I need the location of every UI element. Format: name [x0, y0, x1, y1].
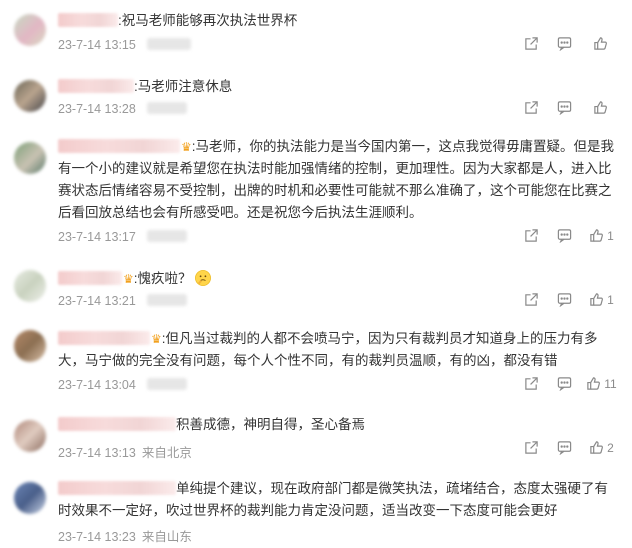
comment-item: ♛:但凡当过裁判的人都不会喷马宁，因为只有裁判员才知道身上的压力有多大，马宁做的… — [0, 324, 632, 402]
share-icon[interactable] — [515, 440, 548, 455]
comment-time: 23-7-14 13:21 — [58, 294, 136, 308]
comment-item: ♛:愧疚啦？ 23-7-14 13:21 1 — [0, 260, 632, 316]
thumbs-up-icon — [590, 229, 604, 242]
comment-body: ♛:马老师，你的执法能力是当今国内第一，这点我觉得毋庸置疑。但是我有一个小的建议… — [58, 136, 618, 224]
comment-actions: 1 — [515, 228, 618, 243]
comment-actions: 11 — [515, 376, 618, 391]
avatar[interactable] — [14, 482, 46, 514]
comment-text: :愧疚啦？ — [133, 271, 192, 286]
comment-actions — [515, 36, 618, 51]
like-count: 2 — [607, 440, 614, 455]
comment-item: ♛:马老师，你的执法能力是当今国内第一，这点我觉得毋庸置疑。但是我有一个小的建议… — [0, 132, 632, 252]
username-blurred[interactable] — [58, 417, 176, 431]
avatar[interactable] — [14, 80, 46, 112]
comment-meta: 23-7-14 13:23 来自山东 — [58, 526, 192, 545]
comment-actions — [515, 100, 618, 115]
username-blurred[interactable] — [58, 331, 150, 345]
crown-icon: ♛ — [123, 272, 134, 286]
comment-time: 23-7-14 13:23 — [58, 530, 136, 544]
comment-meta: 23-7-14 13:13 来自北京 — [58, 442, 192, 461]
crown-icon: ♛ — [151, 332, 162, 346]
share-icon[interactable] — [515, 228, 548, 243]
like-button[interactable] — [585, 100, 618, 115]
comment-body: :祝马老师能够再次执法世界杯 — [58, 10, 618, 32]
thumbs-up-icon — [590, 441, 604, 454]
thumbs-up-icon — [593, 101, 607, 114]
username-blurred[interactable] — [58, 481, 176, 495]
comment-icon[interactable] — [548, 440, 581, 455]
like-count: 11 — [604, 376, 617, 391]
comment-meta: 23-7-14 13:17 — [58, 230, 188, 244]
comment-item: 积善成德，神明自得，圣心备焉 23-7-14 13:13 来自北京 2 — [0, 410, 632, 466]
avatar[interactable] — [14, 420, 46, 452]
comment-actions: 1 — [515, 292, 618, 307]
comment-meta: 23-7-14 13:28 — [58, 102, 188, 116]
location-blurred — [147, 294, 188, 306]
share-icon[interactable] — [515, 376, 548, 391]
share-icon[interactable] — [515, 292, 548, 307]
like-count: 1 — [607, 228, 614, 243]
comment-icon[interactable] — [548, 292, 581, 307]
comment-body: 积善成德，神明自得，圣心备焉 — [58, 414, 618, 436]
username-blurred[interactable] — [58, 79, 134, 93]
like-button[interactable]: 11 — [585, 376, 618, 391]
comment-body: 单纯提个建议，现在政府部门都是微笑执法，疏堵结合，态度太强硬了有时效果不一定好，… — [58, 478, 618, 522]
comment-item: 单纯提个建议，现在政府部门都是微笑执法，疏堵结合，态度太强硬了有时效果不一定好，… — [0, 474, 632, 548]
location-blurred — [147, 230, 188, 242]
avatar[interactable] — [14, 14, 46, 46]
comment-time: 23-7-14 13:15 — [58, 38, 136, 52]
crown-icon: ♛ — [181, 140, 192, 154]
comment-meta: 23-7-14 13:21 — [58, 294, 188, 308]
location-blurred — [147, 378, 188, 390]
location-blurred — [147, 102, 188, 114]
comment-body: :马老师注意休息 — [58, 76, 618, 98]
comment-icon[interactable] — [548, 36, 581, 51]
comment-item: :马老师注意休息 23-7-14 13:28 — [0, 68, 632, 126]
comment-time: 23-7-14 13:04 — [58, 378, 136, 392]
username-blurred[interactable] — [58, 139, 180, 153]
like-button[interactable] — [585, 36, 618, 51]
share-icon[interactable] — [515, 36, 548, 51]
like-button[interactable]: 1 — [585, 228, 618, 243]
thumbs-up-icon — [593, 37, 607, 50]
comment-icon[interactable] — [548, 100, 581, 115]
comment-location: 来自山东 — [141, 530, 192, 544]
location-blurred — [147, 38, 192, 50]
thumbs-up-icon — [590, 293, 604, 306]
avatar[interactable] — [14, 142, 46, 174]
comment-actions: 2 — [515, 440, 618, 455]
comment-text: 积善成德，神明自得，圣心备焉 — [176, 417, 365, 432]
like-count: 1 — [607, 292, 614, 307]
like-button[interactable]: 2 — [585, 440, 618, 455]
comment-body: ♛:愧疚啦？ — [58, 268, 618, 290]
comment-time: 23-7-14 13:28 — [58, 102, 136, 116]
avatar[interactable] — [14, 270, 46, 302]
comment-meta: 23-7-14 13:15 — [58, 38, 192, 52]
comment-list: :祝马老师能够再次执法世界杯 23-7-14 13:15 :马老师注意休息 23… — [0, 0, 632, 548]
like-button[interactable]: 1 — [585, 292, 618, 307]
comment-text: :马老师注意休息 — [134, 79, 233, 94]
thinking-emoji — [194, 270, 211, 286]
comment-icon[interactable] — [548, 228, 581, 243]
comment-meta: 23-7-14 13:04 — [58, 378, 188, 392]
avatar[interactable] — [14, 330, 46, 362]
username-blurred[interactable] — [58, 271, 122, 285]
comment-time: 23-7-14 13:17 — [58, 230, 136, 244]
username-blurred[interactable] — [58, 13, 118, 27]
comment-text: :祝马老师能够再次执法世界杯 — [118, 13, 298, 28]
comment-icon[interactable] — [548, 376, 581, 391]
thumbs-up-icon — [587, 377, 601, 390]
share-icon[interactable] — [515, 100, 548, 115]
comment-item: :祝马老师能够再次执法世界杯 23-7-14 13:15 — [0, 0, 632, 62]
comment-body: ♛:但凡当过裁判的人都不会喷马宁，因为只有裁判员才知道身上的压力有多大，马宁做的… — [58, 328, 618, 372]
comment-time: 23-7-14 13:13 — [58, 446, 136, 460]
comment-location: 来自北京 — [141, 446, 192, 460]
